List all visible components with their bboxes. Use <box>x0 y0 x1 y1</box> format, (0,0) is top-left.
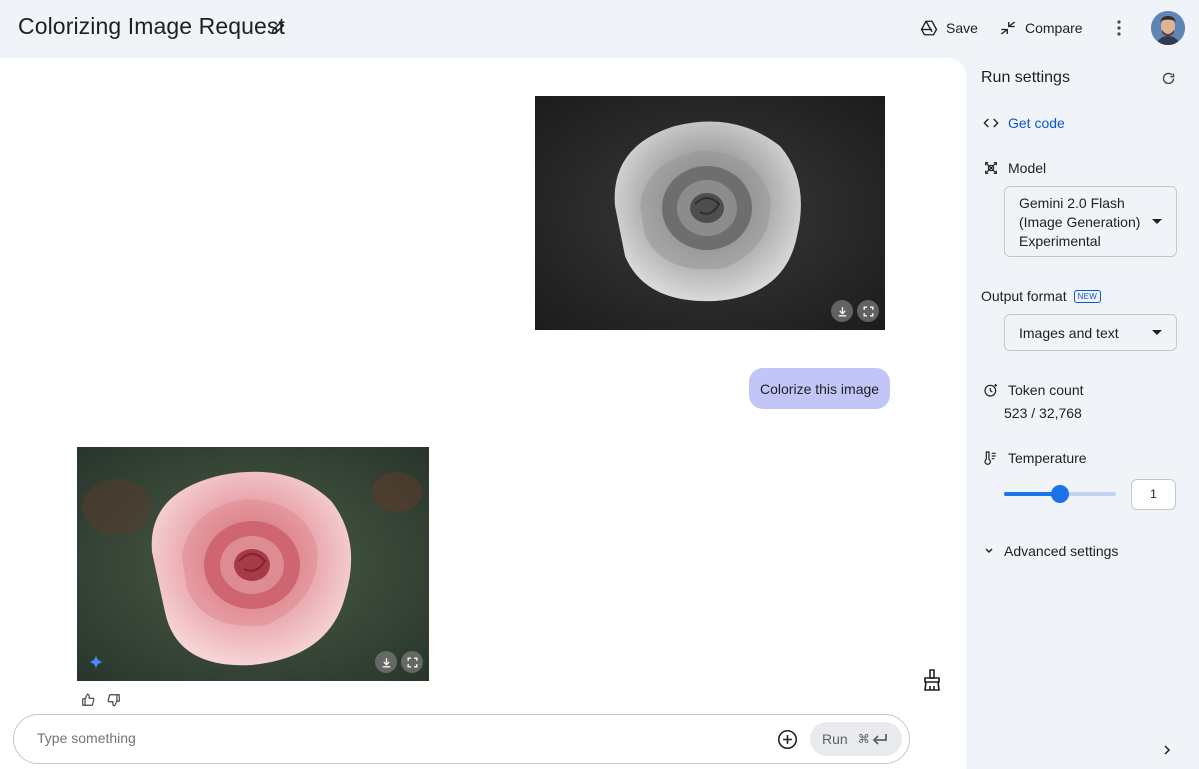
get-code-label: Get code <box>1008 115 1065 131</box>
chevron-right-icon[interactable] <box>1162 744 1172 756</box>
gemini-sparkle-icon <box>88 654 104 670</box>
generated-image[interactable] <box>77 447 429 681</box>
prompt-input[interactable] <box>37 730 637 746</box>
uploaded-image[interactable] <box>535 96 885 330</box>
token-count-value: 523 / 32,768 <box>1004 405 1082 421</box>
run-shortcut: ⌘ <box>858 732 888 746</box>
header: Colorizing Image Request Save Compare <box>0 0 1199 58</box>
chevron-down-icon <box>1152 330 1162 335</box>
temperature-input[interactable]: 1 <box>1131 479 1176 510</box>
output-format-label: Output format NEW <box>981 288 1102 304</box>
chevron-down-icon <box>1152 219 1162 224</box>
advanced-settings-toggle[interactable]: Advanced settings <box>984 543 1118 559</box>
enter-key-icon <box>872 734 887 745</box>
fullscreen-image-button[interactable] <box>857 300 879 322</box>
thermometer-icon <box>984 451 996 465</box>
user-message: Colorize this image <box>749 368 891 409</box>
model-select-value: Gemini 2.0 Flash (Image Generation) Expe… <box>1019 195 1141 249</box>
temperature-label: Temperature <box>983 450 1087 466</box>
download-image-button[interactable] <box>831 300 853 322</box>
drive-icon <box>920 20 938 36</box>
run-button[interactable]: Run ⌘ <box>810 722 902 756</box>
temperature-slider[interactable] <box>1004 485 1116 503</box>
run-settings-panel: Run settings Get code Model Gemini 2.0 F… <box>966 58 1199 769</box>
temperature-slider-handle[interactable] <box>1051 485 1069 503</box>
run-settings-title: Run settings <box>981 69 1070 86</box>
fullscreen-icon <box>407 657 417 667</box>
add-media-icon[interactable] <box>777 729 798 750</box>
model-select[interactable]: Gemini 2.0 Flash (Image Generation) Expe… <box>1004 186 1177 257</box>
model-label: Model <box>983 160 1046 176</box>
compare-button[interactable]: Compare <box>999 14 1083 42</box>
save-button[interactable]: Save <box>920 14 978 42</box>
output-format-select[interactable]: Images and text <box>1004 314 1177 351</box>
new-badge: NEW <box>1073 289 1102 303</box>
prompt-input-box: Run ⌘ <box>13 714 910 764</box>
download-icon <box>838 306 846 316</box>
download-icon <box>382 657 390 667</box>
command-key: ⌘ <box>857 732 870 746</box>
model-icon <box>985 162 997 174</box>
reset-icon[interactable] <box>1161 71 1176 86</box>
page-title: Colorizing Image Request <box>18 13 286 39</box>
compare-icon <box>1000 21 1016 35</box>
thumbs-down-icon[interactable] <box>107 693 121 707</box>
code-icon <box>983 118 999 128</box>
download-image-button[interactable] <box>375 651 397 673</box>
compare-button-label: Compare <box>1025 20 1083 36</box>
chat-panel: Colorize this image Type something Run ⌘ <box>0 58 966 769</box>
token-count-label: Token count <box>983 382 1084 398</box>
avatar[interactable] <box>1151 11 1185 45</box>
token-count-icon <box>984 384 997 397</box>
run-button-label: Run <box>822 731 848 747</box>
chevron-down-icon <box>985 548 993 554</box>
fullscreen-icon <box>863 306 873 316</box>
save-button-label: Save <box>946 20 978 36</box>
advanced-settings-label: Advanced settings <box>1004 543 1119 559</box>
get-code-button[interactable]: Get code <box>983 115 1065 131</box>
more-options-icon[interactable] <box>1110 18 1128 38</box>
clear-chat-icon[interactable] <box>922 669 942 691</box>
edit-title-icon[interactable] <box>270 19 287 36</box>
fullscreen-image-button[interactable] <box>401 651 423 673</box>
output-format-value: Images and text <box>1019 325 1119 341</box>
thumbs-up-icon[interactable] <box>81 693 95 707</box>
